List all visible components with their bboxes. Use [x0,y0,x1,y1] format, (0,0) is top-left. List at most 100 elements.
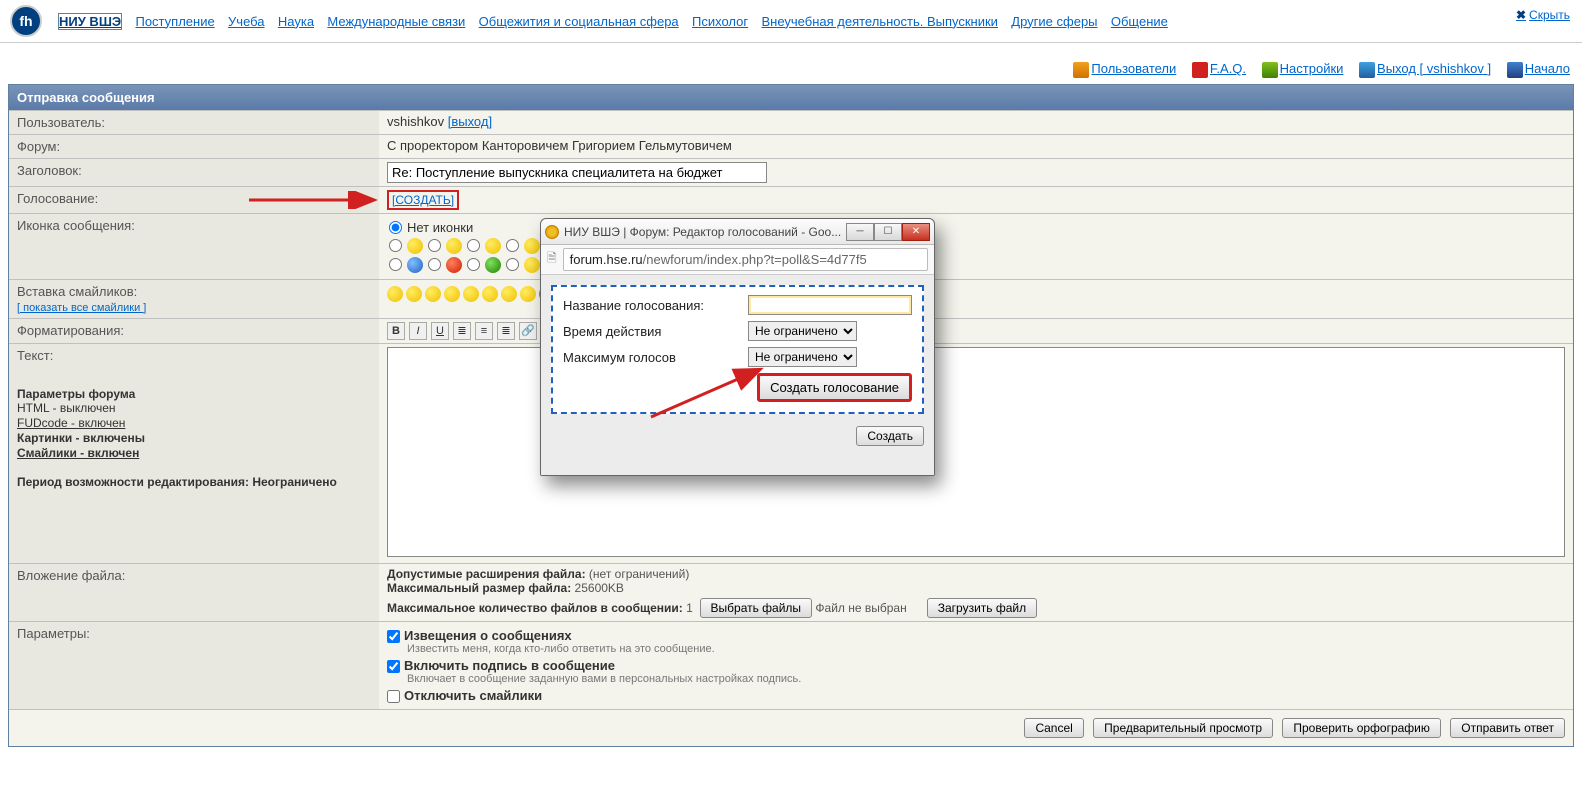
faq-link[interactable]: F.A.Q. [1192,61,1246,78]
section-title: Отправка сообщения [9,85,1573,110]
poll-name-label: Название голосования: [563,298,748,313]
user-label: Пользователь: [9,111,379,134]
topbar-link[interactable]: Поступление [135,14,214,29]
upload-file-button[interactable]: Загрузить файл [927,598,1037,618]
show-all-smileys-link[interactable]: [ показать все смайлики ] [17,302,146,314]
topbar-link[interactable]: Внеучебная деятельность. Выпускники [761,14,997,29]
create-poll-button[interactable]: Создать голосование [757,373,912,402]
smileys-link[interactable]: Смайлики - включен [17,446,371,460]
popup-title: НИУ ВШЭ | Форум: Редактор голосований - … [564,225,846,239]
smiley-icon [407,257,423,273]
choose-files-button[interactable]: Выбрать файлы [700,598,813,618]
exit-icon [1359,62,1375,78]
forum-label: Форум: [9,135,379,158]
icon-radio[interactable] [428,239,441,252]
forum-params: Параметры форума HTML - выключен FUDcode… [17,387,371,489]
disable-smileys-checkbox[interactable] [387,690,400,703]
logout-link[interactable]: Выход [ vshishkov ] [1359,61,1491,78]
minimize-button[interactable]: ─ [846,223,874,241]
user-value: vshishkov [выход] [379,111,1573,134]
icon-label: Иконка сообщения: [9,214,379,279]
icon-radio-none[interactable] [389,221,402,234]
poll-editor-popup: НИУ ВШЭ | Форум: Редактор голосований - … [540,218,935,476]
spellcheck-button[interactable]: Проверить орфографию [1282,718,1441,738]
icon-radio[interactable] [506,258,519,271]
notify-checkbox[interactable] [387,630,400,643]
page-icon: 🗎 [547,249,557,270]
close-button[interactable]: ✕ [902,223,930,241]
icon-radio[interactable] [506,239,519,252]
icon-radio[interactable] [428,258,441,271]
smiley-icon[interactable] [406,286,422,302]
maximize-button[interactable]: ☐ [874,223,902,241]
topbar-link[interactable]: Наука [278,14,314,29]
underline-button[interactable]: U [431,322,449,340]
smiley-icon[interactable] [425,286,441,302]
smiley-icon[interactable] [387,286,403,302]
submit-button[interactable]: Отправить ответ [1450,718,1565,738]
smiley-icon [524,257,540,273]
settings-link[interactable]: Настройки [1262,61,1344,78]
fudcode-link[interactable]: FUDcode - включен [17,416,125,430]
favicon-icon [545,225,559,239]
logout-inline-link[interactable]: [выход] [448,114,492,129]
icon-radio[interactable] [467,239,480,252]
align-button[interactable]: ≣ [453,322,471,340]
smiley-icon[interactable] [482,286,498,302]
bold-button[interactable]: B [387,322,405,340]
logo: fh [10,5,42,37]
signature-checkbox[interactable] [387,660,400,673]
topbar-main-link[interactable]: НИУ ВШЭ [58,13,122,30]
notify-sub: Известить меня, когда кто-либо ответить … [407,643,1565,655]
icon-radio[interactable] [389,239,402,252]
poll-max-select[interactable]: Не ограничено [748,347,857,367]
icon-radio[interactable] [389,258,402,271]
home-link[interactable]: Начало [1507,61,1570,78]
smiley-icon[interactable] [520,286,536,302]
smiley-icon [446,257,462,273]
no-icon-label: Нет иконки [407,220,473,235]
no-file-label: Файл не выбран [815,601,906,615]
smiley-icon [407,238,423,254]
preview-button[interactable]: Предварительный просмотр [1093,718,1273,738]
poll-time-select[interactable]: Не ограничено [748,321,857,341]
smiley-icon [446,238,462,254]
subject-input[interactable] [387,162,767,183]
hide-link[interactable]: ✖Скрыть [1516,8,1570,22]
poll-max-label: Максимум голосов [563,350,748,365]
smiley-icon[interactable] [463,286,479,302]
create-poll-link[interactable]: [СОЗДАТЬ] [387,190,459,210]
poll-label: Голосование: [9,187,379,213]
smiley-icon[interactable] [444,286,460,302]
poll-name-input[interactable] [748,295,912,315]
smileys-label: Вставка смайликов: [ показать все смайли… [9,280,379,318]
cancel-button[interactable]: Cancel [1024,718,1083,738]
topbar-link[interactable]: Психолог [692,14,748,29]
align-button[interactable]: ≡ [475,322,493,340]
smiley-icon[interactable] [501,286,517,302]
create-button[interactable]: Создать [856,426,924,446]
italic-button[interactable]: I [409,322,427,340]
userbar: Пользователи F.A.Q. Настройки Выход [ vs… [0,43,1582,84]
url-bar: 🗎 forum.hse.ru/newforum/index.php?t=poll… [541,245,934,275]
smiley-icon [485,238,501,254]
topbar-link[interactable]: Международные связи [327,14,465,29]
users-link[interactable]: Пользователи [1073,61,1176,78]
close-icon: ✖ [1516,8,1526,22]
subject-label: Заголовок: [9,159,379,186]
format-label: Форматирования: [9,319,379,343]
topbar-link[interactable]: Другие сферы [1011,14,1097,29]
users-icon [1073,62,1089,78]
topbar-link[interactable]: Учеба [228,14,265,29]
link-button[interactable]: 🔗 [519,322,537,340]
align-button[interactable]: ≣ [497,322,515,340]
poll-form: Название голосования: Время действия Не … [551,285,924,414]
topbar-link[interactable]: Общение [1111,14,1168,29]
url-input[interactable]: forum.hse.ru/newforum/index.php?t=poll&S… [563,248,928,271]
poll-time-label: Время действия [563,324,748,339]
home-icon [1507,62,1523,78]
topbar-link[interactable]: Общежития и социальная сфера [479,14,679,29]
popup-titlebar[interactable]: НИУ ВШЭ | Форум: Редактор голосований - … [541,219,934,245]
smiley-icon [524,238,540,254]
icon-radio[interactable] [467,258,480,271]
